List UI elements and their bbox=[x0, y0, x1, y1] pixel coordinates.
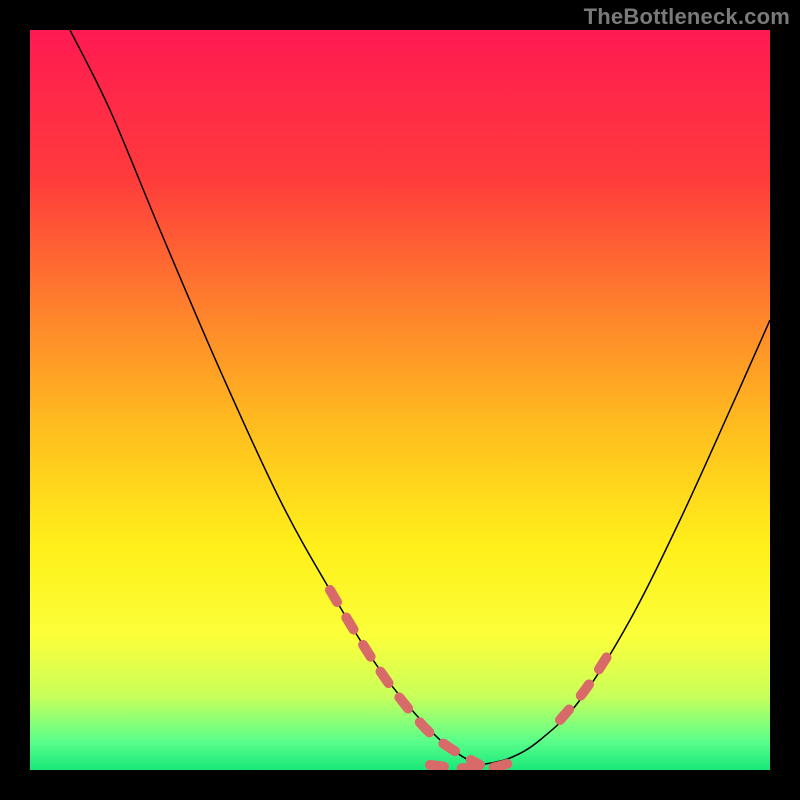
curve-layer bbox=[30, 30, 770, 770]
series-right-arm bbox=[480, 320, 770, 765]
series-left-arm bbox=[70, 30, 480, 765]
plot-area bbox=[30, 30, 770, 770]
watermark-text: TheBottleneck.com bbox=[584, 4, 790, 30]
chart-frame: TheBottleneck.com bbox=[0, 0, 800, 800]
series-dotted-left bbox=[330, 590, 480, 765]
series-dotted-right bbox=[560, 652, 610, 720]
